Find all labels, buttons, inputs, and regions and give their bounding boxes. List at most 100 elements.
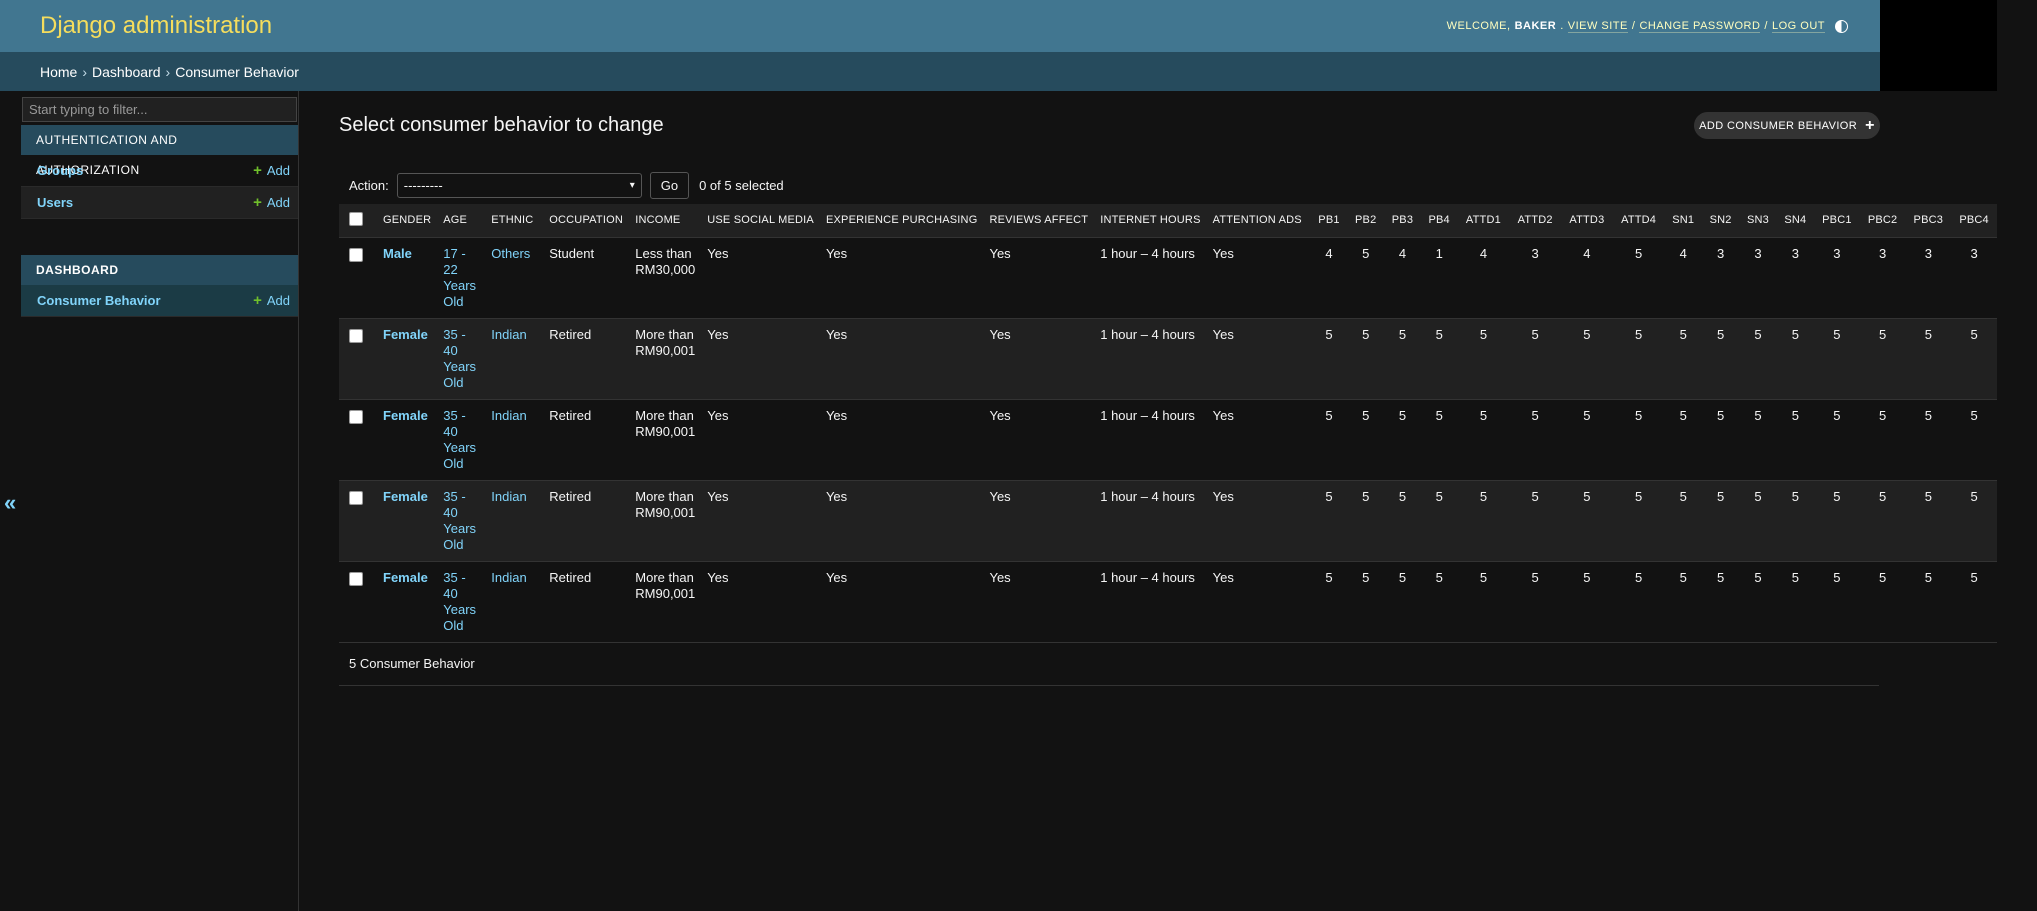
select-all-checkbox[interactable] bbox=[349, 211, 363, 226]
gender-link[interactable]: Female bbox=[383, 408, 428, 423]
column-header[interactable]: ATTD4 bbox=[1612, 204, 1665, 238]
go-button[interactable]: Go bbox=[649, 172, 690, 199]
column-header[interactable]: Occupation bbox=[543, 204, 630, 238]
cell-score: 5 bbox=[1859, 399, 1906, 481]
cell-reviews: Yes bbox=[983, 480, 1095, 562]
ethnic-link[interactable]: Others bbox=[491, 246, 530, 261]
column-header[interactable]: Experience Purchasing bbox=[819, 204, 984, 238]
log-out-link[interactable]: Log out bbox=[1771, 20, 1825, 33]
gender-link[interactable]: Female bbox=[383, 570, 428, 585]
ethnic-link[interactable]: Indian bbox=[491, 408, 526, 423]
row-checkbox[interactable] bbox=[349, 247, 363, 262]
column-header[interactable]: Attention Ads bbox=[1206, 204, 1311, 238]
add-users-link[interactable]: Add bbox=[253, 194, 290, 211]
age-link[interactable]: 35 - 40 Years Old bbox=[443, 489, 476, 552]
row-checkbox[interactable] bbox=[349, 409, 363, 424]
cell-score: 5 bbox=[1310, 399, 1348, 481]
age-link[interactable]: 35 - 40 Years Old bbox=[443, 570, 476, 633]
ethnic-link[interactable]: Indian bbox=[491, 489, 526, 504]
cell-occupation: Student bbox=[543, 237, 630, 319]
column-header[interactable]: SN2 bbox=[1701, 204, 1740, 238]
gender-link[interactable]: Female bbox=[383, 489, 428, 504]
view-site-link[interactable]: View site bbox=[1567, 20, 1628, 33]
cell-score: 5 bbox=[1509, 561, 1562, 643]
breadcrumb-home[interactable]: Home bbox=[40, 64, 77, 80]
column-header[interactable]: Ethnic bbox=[485, 204, 544, 238]
cell-score: 4 bbox=[1310, 237, 1348, 319]
column-header[interactable]: SN4 bbox=[1776, 204, 1815, 238]
column-header[interactable]: PBC1 bbox=[1814, 204, 1860, 238]
cell-score: 3 bbox=[1951, 237, 1997, 319]
sidebar-item-label[interactable]: Consumer Behavior bbox=[37, 293, 161, 308]
add-consumer-behavior-button[interactable]: Add Consumer Behavior + bbox=[1694, 112, 1880, 139]
cell-score: 5 bbox=[1814, 480, 1860, 562]
cell-score: 5 bbox=[1347, 399, 1385, 481]
cell-score: 5 bbox=[1457, 480, 1510, 562]
table-row: Female 35 - 40 Years Old Indian Retired More… bbox=[339, 561, 1997, 643]
column-header[interactable]: Internet Hours bbox=[1094, 204, 1207, 238]
cell-gender: Female bbox=[377, 318, 438, 400]
column-header[interactable]: Income bbox=[629, 204, 702, 238]
age-link[interactable]: 35 - 40 Years Old bbox=[443, 327, 476, 390]
cell-score: 5 bbox=[1776, 318, 1815, 400]
cell-score: 5 bbox=[1561, 399, 1613, 481]
column-header[interactable]: Age bbox=[437, 204, 486, 238]
column-header[interactable]: PB4 bbox=[1420, 204, 1458, 238]
cell-social: Yes bbox=[701, 480, 820, 562]
column-header[interactable]: PB3 bbox=[1384, 204, 1421, 238]
column-header[interactable]: PBC2 bbox=[1859, 204, 1906, 238]
ethnic-link[interactable]: Indian bbox=[491, 570, 526, 585]
action-select-value: --------- bbox=[403, 178, 443, 193]
breadcrumb-dashboard[interactable]: Dashboard bbox=[92, 64, 161, 80]
sidebar-item-label[interactable]: Users bbox=[37, 195, 73, 210]
cell-score: 5 bbox=[1951, 480, 1997, 562]
site-branding[interactable]: Django administration bbox=[40, 12, 272, 40]
column-header[interactable]: Reviews Affect bbox=[983, 204, 1095, 238]
column-header[interactable]: ATTD2 bbox=[1509, 204, 1562, 238]
age-link[interactable]: 17 - 22 Years Old bbox=[443, 246, 476, 309]
cell-score: 5 bbox=[1561, 561, 1613, 643]
column-header[interactable]: ATTD1 bbox=[1457, 204, 1510, 238]
module-caption-auth[interactable]: Authentication and Authorization bbox=[21, 125, 298, 177]
action-select[interactable]: --------- ▾ bbox=[396, 173, 642, 198]
cell-score: 5 bbox=[1347, 237, 1385, 319]
module-caption-dashboard[interactable]: Dashboard bbox=[21, 255, 298, 285]
cell-gender: Female bbox=[377, 480, 438, 562]
column-header[interactable]: Gender bbox=[377, 204, 438, 238]
column-header[interactable]: SN3 bbox=[1739, 204, 1777, 238]
column-header[interactable]: SN1 bbox=[1664, 204, 1702, 238]
cell-score: 3 bbox=[1739, 237, 1777, 319]
change-password-link[interactable]: Change password bbox=[1639, 20, 1761, 33]
theme-toggle-icon[interactable] bbox=[1835, 19, 1848, 33]
cell-gender: Male bbox=[377, 237, 438, 319]
add-groups-link[interactable]: Add bbox=[253, 162, 290, 179]
dashboard-module: Dashboard Consumer Behavior Add bbox=[21, 255, 298, 317]
cell-score: 5 bbox=[1347, 561, 1385, 643]
column-header[interactable]: PB1 bbox=[1310, 204, 1348, 238]
breadcrumb: Home › Dashboard › Consumer Behavior bbox=[0, 52, 1880, 91]
row-checkbox[interactable] bbox=[349, 490, 363, 505]
add-consumer-behavior-link[interactable]: Add bbox=[253, 292, 290, 309]
sidebar-item-label[interactable]: Groups bbox=[37, 163, 83, 178]
column-header[interactable]: Use Social Media bbox=[701, 204, 820, 238]
cell-social: Yes bbox=[701, 318, 820, 400]
collapse-sidebar-icon[interactable]: « bbox=[4, 490, 16, 516]
gender-link[interactable]: Female bbox=[383, 327, 428, 342]
cell-score: 5 bbox=[1347, 480, 1385, 562]
cell-score: 3 bbox=[1776, 237, 1815, 319]
cell-score: 5 bbox=[1420, 561, 1458, 643]
ethnic-link[interactable]: Indian bbox=[491, 327, 526, 342]
cell-income: Less than RM30,000 bbox=[629, 237, 702, 319]
age-link[interactable]: 35 - 40 Years Old bbox=[443, 408, 476, 471]
cell-score: 5 bbox=[1859, 480, 1906, 562]
row-checkbox[interactable] bbox=[349, 328, 363, 343]
cell-score: 5 bbox=[1739, 399, 1777, 481]
gender-link[interactable]: Male bbox=[383, 246, 412, 261]
row-checkbox[interactable] bbox=[349, 571, 363, 586]
column-header[interactable]: ATTD3 bbox=[1561, 204, 1613, 238]
cell-score: 4 bbox=[1561, 237, 1613, 319]
column-header[interactable]: PBC3 bbox=[1905, 204, 1952, 238]
column-header[interactable]: PBC4 bbox=[1951, 204, 1997, 238]
column-header[interactable]: PB2 bbox=[1347, 204, 1385, 238]
sidebar-filter-input[interactable]: Start typing to filter... bbox=[22, 97, 297, 122]
